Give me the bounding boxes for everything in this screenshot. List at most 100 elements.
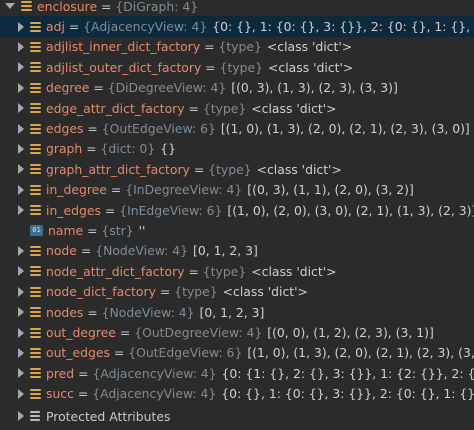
collapse-arrow-icon[interactable] <box>5 3 15 10</box>
expand-arrow-icon[interactable] <box>18 62 24 73</box>
variable-value: [(0, 0), (1, 2), (2, 3), (3, 1)] <box>267 325 434 341</box>
field-icon <box>30 103 41 114</box>
equals-sign: = <box>73 386 93 402</box>
expand-arrow-icon[interactable] <box>18 184 24 195</box>
variable-value: <class 'dict'> <box>256 161 342 177</box>
field-icon <box>21 1 32 12</box>
equals-sign: = <box>189 161 209 177</box>
tree-row-out-edges[interactable]: out_edges = {OutEdgeView: 6} [(1, 0), (1,… <box>0 343 474 363</box>
tree-row-in-edges[interactable]: in_edges = {InEdgeView: 6} [(1, 0), (2, 0… <box>0 200 474 220</box>
variable-name: adjlist_outer_dict_factory <box>46 59 202 75</box>
tree-row-degree[interactable]: degree = {DiDegreeView: 4} [(0, 3), (1, 3… <box>0 78 474 98</box>
variable-name: adjlist_inner_dict_factory <box>46 39 201 55</box>
debugger-variables-tree: enclosure = {DiGraph: 4} adj = {Adjacenc… <box>0 0 474 430</box>
equals-sign: = <box>184 263 203 279</box>
variable-value: [(0, 3), (1, 3), (2, 3), (3, 3)] <box>231 80 398 96</box>
field-icon <box>30 327 41 338</box>
expand-arrow-icon[interactable] <box>18 245 24 256</box>
field-icon <box>30 21 41 32</box>
expand-arrow-icon[interactable] <box>18 41 24 52</box>
expand-arrow-icon[interactable] <box>18 347 24 358</box>
field-icon <box>30 347 41 358</box>
variable-name: node_attr_dict_factory <box>46 263 185 279</box>
tree-row-out-degree[interactable]: out_degree = {OutDegreeView: 4} [(0, 0), … <box>0 322 474 342</box>
variable-type: {OutEdgeView: 6} <box>128 345 243 361</box>
variable-type: {AdjacencyView: 4} <box>92 365 217 381</box>
equals-sign: = <box>83 223 102 239</box>
expand-arrow-icon[interactable] <box>18 21 24 32</box>
equals-sign: = <box>115 325 135 341</box>
field-icon <box>30 164 41 175</box>
expand-arrow-icon[interactable] <box>18 143 24 154</box>
tree-row-node[interactable]: node = {NodeView: 4} [0, 1, 2, 3] <box>0 241 474 261</box>
expand-arrow-icon[interactable] <box>18 368 24 379</box>
variable-value: [(1, 0), (2, 0), (3, 0), (2, 1), (1, 3),… <box>227 202 474 218</box>
field-icon <box>30 286 41 297</box>
expand-arrow-icon[interactable] <box>18 327 24 338</box>
equals-sign: = <box>155 284 175 300</box>
expand-arrow-icon[interactable] <box>18 103 24 114</box>
field-icon <box>30 184 41 195</box>
field-icon <box>30 266 41 277</box>
tree-row-edges[interactable]: edges = {OutEdgeView: 6} [(1, 0), (1, 3),… <box>0 118 474 138</box>
tree-row-edge-attr-dict-factory[interactable]: edge_attr_dict_factory = {type} <class 'd… <box>0 98 474 118</box>
expand-arrow-icon[interactable] <box>18 388 24 399</box>
expand-arrow-icon[interactable] <box>18 307 24 318</box>
variable-value: <class 'dict'> <box>251 100 337 116</box>
variable-value: [0, 1, 2, 3] <box>199 304 265 320</box>
variable-name: out_degree <box>46 325 116 341</box>
tree-row-node-attr-dict-factory[interactable]: node_attr_dict_factory = {type} <class 'd… <box>0 261 474 281</box>
variable-value: [(1, 0), (1, 3), (2, 0), (2, 1), (2, 3),… <box>247 345 474 361</box>
tree-row-enclosure[interactable]: enclosure = {DiGraph: 4} <box>0 0 474 16</box>
variable-type: {AdjacencyView: 4} <box>92 386 217 402</box>
equals-sign: = <box>201 59 220 75</box>
variable-value: [0, 1, 2, 3] <box>193 243 258 259</box>
tree-row-graph[interactable]: graph = {dict: 0}{} <box>0 139 474 159</box>
expand-arrow-icon[interactable] <box>18 411 24 422</box>
variable-name: enclosure <box>37 0 98 14</box>
variable-name: in_degree <box>46 182 107 198</box>
tree-row-succ[interactable]: succ = {AdjacencyView: 4} {0: {}, 1: {0: … <box>0 384 474 404</box>
variable-value: <class 'dict'> <box>268 59 354 75</box>
variable-name: graph <box>46 141 83 157</box>
variable-type: {type} <box>208 161 252 177</box>
variable-type: {DiGraph: 4} <box>115 0 199 14</box>
tree-row-pred[interactable]: pred = {AdjacencyView: 4} {0: {1: {}, 2: … <box>0 363 474 383</box>
expand-arrow-icon[interactable] <box>18 266 24 277</box>
variable-type: {type} <box>174 284 218 300</box>
equals-sign: = <box>82 141 101 157</box>
tree-row-adj[interactable]: adj = {AdjacencyView: 4} {0: {}, 1: {0: {… <box>0 16 474 37</box>
str-icon: 01 <box>30 225 43 237</box>
tree-row-graph-attr-dict-factory[interactable]: graph_attr_dict_factory = {type} <class '… <box>0 159 474 179</box>
expand-arrow-icon[interactable] <box>18 123 24 134</box>
tree-row-node-dict-factory[interactable]: node_dict_factory = {type} <class 'dict'> <box>0 282 474 302</box>
expand-arrow-icon[interactable] <box>18 82 24 93</box>
tree-row-adjlist-outer-dict-factory[interactable]: adjlist_outer_dict_factory = {type} <clas… <box>0 57 474 77</box>
variable-name: nodes <box>46 304 84 320</box>
variable-name: out_edges <box>46 345 110 361</box>
variable-name: adj <box>46 19 65 35</box>
variable-value: [(0, 3), (1, 1), (2, 0), (3, 2)] <box>247 182 414 198</box>
tree-row-name[interactable]: 01 name = {str} '' <box>0 220 474 240</box>
variable-value: <class 'dict'> <box>266 39 353 55</box>
variable-type: {OutEdgeView: 6} <box>101 121 216 137</box>
variable-type: {str} <box>101 223 134 239</box>
equals-sign: = <box>83 304 102 320</box>
variable-type: {NodeView: 4} <box>101 304 195 320</box>
variable-type: {InEdgeView: 6} <box>119 202 223 218</box>
variable-type: {dict: 0} <box>100 141 156 157</box>
equals-sign: = <box>200 39 219 55</box>
field-icon <box>30 143 41 154</box>
expand-arrow-icon[interactable] <box>18 286 24 297</box>
variable-name: succ <box>46 386 74 402</box>
tree-row-nodes[interactable]: nodes = {NodeView: 4} [0, 1, 2, 3] <box>0 302 474 322</box>
protected-attributes-row[interactable]: Protected Attributes <box>0 406 474 426</box>
equals-sign: = <box>100 202 120 218</box>
variable-name: node_dict_factory <box>46 284 156 300</box>
expand-arrow-icon[interactable] <box>18 164 24 175</box>
variable-value: '' <box>138 223 146 239</box>
tree-row-adjlist-inner-dict-factory[interactable]: adjlist_inner_dict_factory = {type} <clas… <box>0 37 474 57</box>
expand-arrow-icon[interactable] <box>18 205 24 216</box>
variable-type: {OutDegreeView: 4} <box>134 325 263 341</box>
tree-row-in-degree[interactable]: in_degree = {InDegreeView: 4} [(0, 3), (1… <box>0 180 474 200</box>
